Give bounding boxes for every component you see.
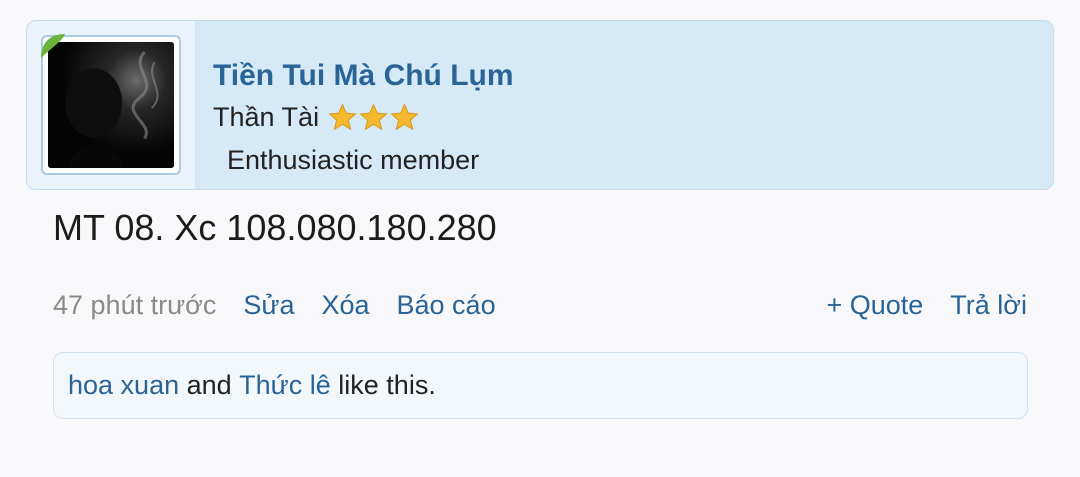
delete-link[interactable]: Xóa [321,290,369,321]
author-header: Tiền Tui Mà Chú Lụm Thần Tài Enthusiasti… [26,20,1054,190]
author-rank: Enthusiastic member [227,145,480,175]
likes-connector: and [179,370,240,400]
avatar-image [48,42,174,168]
star-icon [328,103,357,131]
likes-suffix: like this. [330,370,436,400]
edit-link[interactable]: Sửa [243,290,294,321]
report-link[interactable]: Báo cáo [397,290,496,321]
post-actions-left: 47 phút trước Sửa Xóa Báo cáo [53,290,523,321]
post-actions-right: + Quote Trả lời [826,290,1027,321]
likes-summary: hoa xuan and Thức lê like this. [53,352,1028,419]
avatar-column [27,21,195,189]
liker-link[interactable]: Thức lê [239,370,331,401]
author-title: Thần Tài [213,102,320,132]
star-icon [390,103,419,131]
reply-link[interactable]: Trả lời [950,290,1027,321]
author-title-row: Thần Tài [213,102,420,133]
liker-link[interactable]: hoa xuan [68,370,179,401]
star-icon [359,103,388,131]
leaf-badge-icon [41,34,65,58]
quote-link[interactable]: + Quote [826,290,923,321]
rating-stars [327,102,420,133]
post-time: 47 phút trước [53,290,217,320]
author-name[interactable]: Tiền Tui Mà Chú Lụm [213,59,514,93]
post-message: MT 08. Xc 108.080.180.280 [53,207,497,248]
